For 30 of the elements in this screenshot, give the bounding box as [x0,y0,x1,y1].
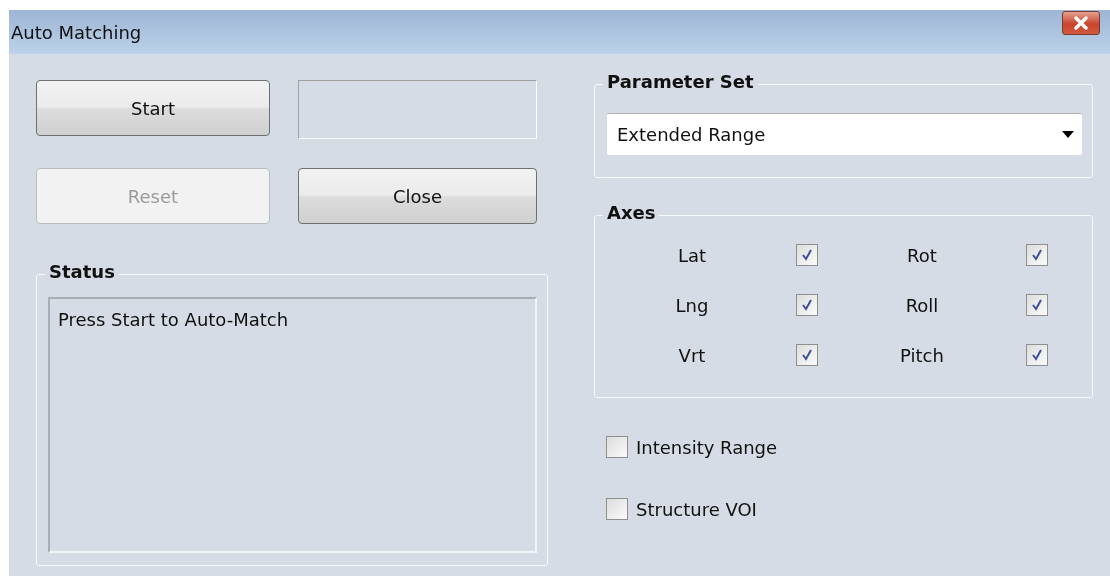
button[interactable]: Close [298,168,537,224]
checkbox[interactable] [796,294,818,316]
status-message: Press Start to Auto-Match [58,309,289,330]
axis-label: Roll [905,294,939,316]
check-icon [799,247,815,263]
checkbox[interactable] [606,436,628,458]
checkbox[interactable] [796,244,818,266]
checkbox-label: Intensity Range [636,436,778,458]
checkbox[interactable] [1026,244,1048,266]
check-icon [799,347,815,363]
check-icon [1029,297,1045,313]
window-title: Auto Matching [11,21,142,43]
close-icon [1071,16,1091,30]
close-button[interactable] [1062,11,1100,35]
check-icon [799,297,815,313]
caret-icon [1062,131,1074,138]
axis-label: Rot [907,244,937,266]
check-icon [1029,247,1045,263]
dropdown[interactable]: Extended Range [607,113,1082,155]
checkbox[interactable] [796,344,818,366]
axis-label: Pitch [900,344,944,366]
axis-label: Lat [677,244,707,266]
check-icon [1029,347,1045,363]
checkbox-label: Structure VOI [636,498,757,520]
checkbox[interactable] [1026,294,1048,316]
button[interactable]: Start [36,80,270,136]
checkbox[interactable] [606,498,628,520]
axis-label: Lng [675,294,709,316]
axis-label: Vrt [678,344,706,366]
checkbox[interactable] [1026,344,1048,366]
